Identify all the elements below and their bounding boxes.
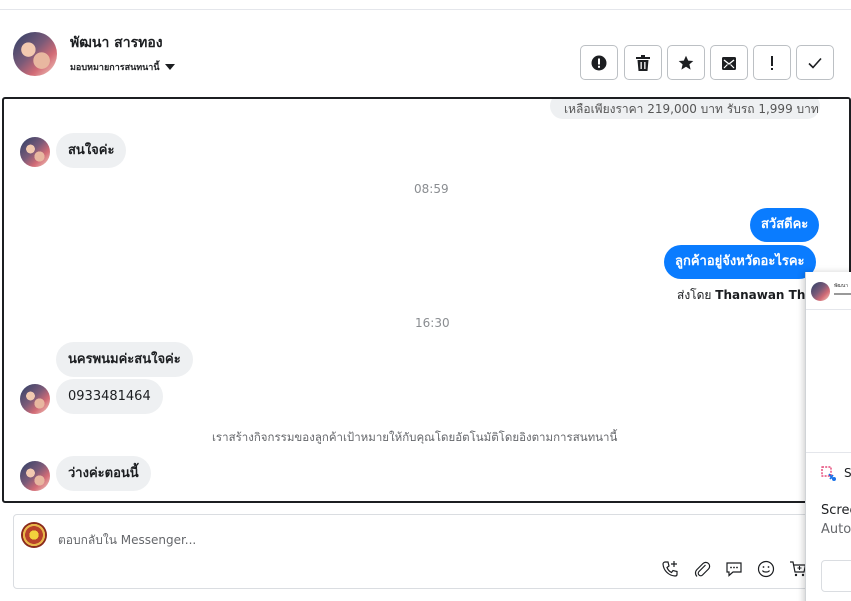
message-bubble-incoming: ว่างค่ะตอนนี้ [56, 456, 151, 491]
reply-composer[interactable]: ตอบกลับใน Messenger... [13, 514, 851, 589]
sent-by-prefix: ส่งโดย [677, 288, 712, 302]
side-panel-subtext-2: Auto [821, 522, 851, 537]
side-panel-subtext [834, 293, 851, 295]
timestamp: 08:59 [414, 182, 449, 196]
system-note: เราสร้างกิจกรรมของลูกค้าเป้าหมายให้กับคุ… [212, 430, 618, 444]
side-panel-button[interactable] [821, 560, 851, 592]
sent-by-label: ส่งโดย Thanawan Thon [677, 286, 822, 305]
paperclip-icon[interactable] [691, 558, 713, 580]
message-bubble-incoming: สนใจค่ะ [56, 133, 127, 168]
exclamation-icon [771, 55, 773, 70]
star-button[interactable] [667, 45, 705, 80]
message-thread[interactable]: เหลือเพียงราคา 219,000 บาท รับรถ 1,999 บ… [2, 97, 851, 503]
add-call-icon[interactable] [659, 558, 681, 580]
caret-down-icon [164, 64, 175, 70]
message-bubble-incoming: 0933481464 [56, 379, 163, 414]
delete-button[interactable] [624, 45, 662, 80]
message-bubble-incoming: นครพนมค่ะสนใจค่ะ [56, 342, 193, 377]
mark-unread-button[interactable] [710, 45, 748, 80]
emoji-icon[interactable] [755, 558, 777, 580]
reply-input[interactable]: ตอบกลับใน Messenger... [58, 531, 196, 550]
contact-name[interactable]: พัฒนา สารทอง [70, 32, 163, 54]
done-button[interactable] [796, 45, 834, 80]
message-bubble-outgoing: ลูกค้าอยู่จังหวัดอะไรคะ [664, 245, 816, 279]
customer-avatar[interactable] [20, 461, 50, 491]
side-popup-panel[interactable]: พัฒนา S Scree Auto [805, 272, 851, 601]
assign-conversation-dropdown[interactable]: มอบหมายการสนทนานี้ [70, 60, 175, 74]
side-panel-title: S [844, 466, 851, 480]
conversation-header: พัฒนา สารทอง มอบหมายการสนทนานี้ [0, 10, 851, 98]
contact-avatar[interactable] [13, 32, 57, 76]
side-panel-text: Scree [821, 503, 851, 518]
trash-icon [636, 54, 650, 71]
inbox-conversation-view: พัฒนา สารทอง มอบหมายการสนทนานี้ เหลือเพี… [0, 0, 851, 601]
envelope-icon [722, 56, 736, 70]
important-button[interactable] [753, 45, 791, 80]
side-panel-contact-name: พัฒนา [834, 283, 849, 289]
app-logo-icon [821, 466, 836, 481]
report-button[interactable] [580, 45, 618, 80]
side-panel-header: พัฒนา [806, 272, 851, 310]
message-bubble-truncated: เหลือเพียงราคา 219,000 บาท รับรถ 1,999 บ… [550, 99, 820, 119]
customer-avatar[interactable] [20, 384, 50, 414]
customer-avatar[interactable] [20, 137, 50, 167]
side-panel-divider [806, 452, 851, 453]
message-bubble-outgoing: สวัสดีคะ [750, 208, 820, 242]
side-panel-avatar [811, 282, 830, 301]
assign-label: มอบหมายการสนทนานี้ [70, 63, 160, 73]
page-avatar [21, 522, 47, 548]
alert-circle-icon [591, 55, 607, 70]
check-icon [808, 57, 822, 69]
star-icon [678, 55, 694, 70]
timestamp: 16:30 [415, 316, 450, 330]
saved-replies-icon[interactable] [723, 558, 745, 580]
